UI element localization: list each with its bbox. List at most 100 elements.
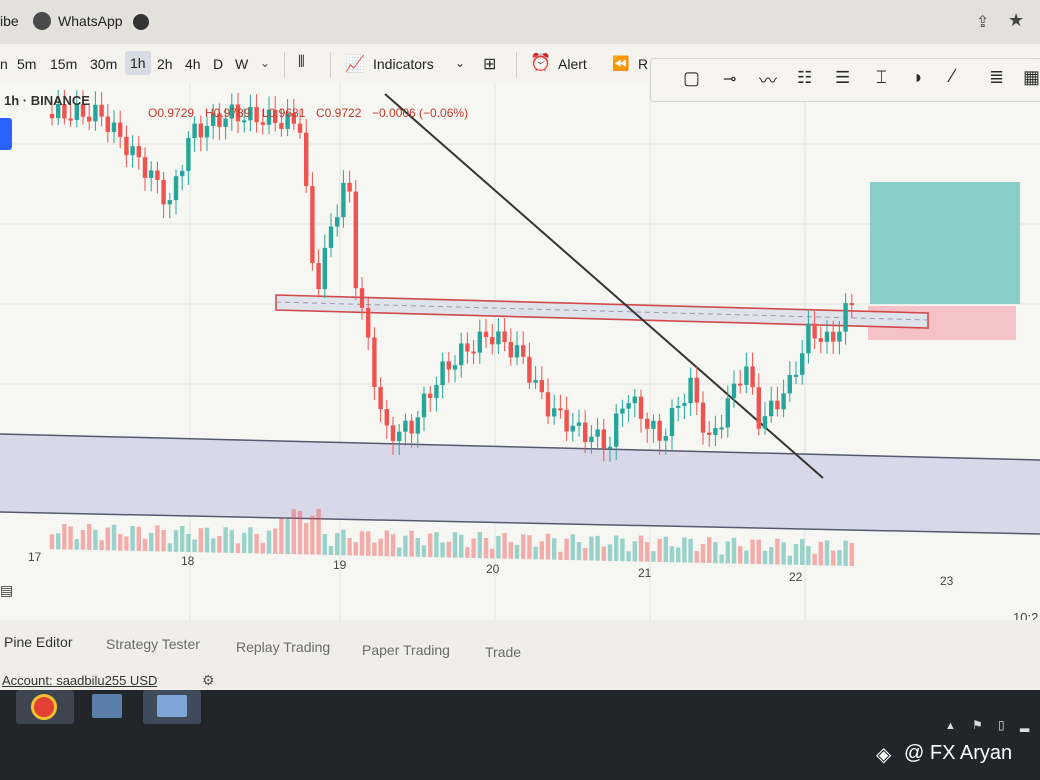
volume-bar	[676, 547, 681, 563]
candle-body	[465, 343, 470, 352]
tab-paper-trading[interactable]: Paper Trading	[362, 642, 450, 658]
volume-bar	[508, 542, 513, 559]
chevron-down-icon[interactable]: ⌄	[260, 56, 270, 70]
network-app-icon[interactable]	[92, 694, 122, 718]
volume-bar	[273, 528, 278, 554]
interval-4h[interactable]: 4h	[185, 56, 201, 72]
interval-15m[interactable]: 15m	[50, 56, 77, 72]
volume-bar	[564, 538, 569, 560]
volume-bar	[502, 533, 507, 559]
legend-change: −0.0006 (−0.06%)	[372, 106, 469, 120]
interval-w[interactable]: W	[235, 56, 248, 72]
candle-body	[428, 393, 433, 399]
volume-bar	[68, 526, 73, 550]
indicators-icon[interactable]: 📈	[345, 54, 365, 74]
x-tick: 22	[789, 570, 803, 584]
horizontal-ray-icon[interactable]: ⊸	[723, 69, 736, 89]
volume-bar	[601, 546, 606, 561]
legend-symbol[interactable]: 1h · BINANCE	[4, 93, 90, 108]
volume-bar	[843, 540, 848, 566]
battery-icon[interactable]: ▯	[998, 718, 1005, 732]
tab-whatsapp[interactable]: WhatsApp	[58, 13, 123, 29]
candle-body	[173, 176, 179, 201]
volume-bar	[583, 547, 588, 561]
tab-trade[interactable]: Trade	[485, 644, 521, 660]
interval-5m[interactable]: 5m	[17, 56, 36, 72]
candle-body	[440, 361, 445, 386]
candle-body	[682, 403, 687, 406]
alarm-clock-icon[interactable]: ⏰	[530, 53, 551, 73]
interval-n[interactable]: n	[0, 56, 8, 72]
replay-icon[interactable]: ⏪	[612, 55, 629, 72]
candles-icon[interactable]: ⫴	[298, 54, 305, 72]
star-icon[interactable]: ★	[1008, 10, 1024, 31]
candle-body	[632, 396, 637, 404]
layout-grid-icon[interactable]: ⊞	[483, 54, 496, 74]
lines-tool-icon[interactable]: ≣	[989, 67, 1004, 88]
candle-body	[688, 377, 693, 404]
whatsapp-icon	[33, 12, 51, 30]
volume-bar	[260, 542, 265, 554]
candle-body	[180, 170, 185, 177]
tab-pine-editor[interactable]: Pine Editor	[4, 634, 72, 650]
flag-icon[interactable]: ⚑	[972, 718, 983, 732]
chevron-down-icon[interactable]: ⌄	[455, 56, 465, 70]
forecast-icon[interactable]: ☰	[835, 68, 850, 88]
arc-tool-icon[interactable]: ◗	[913, 67, 924, 88]
candle-body	[204, 125, 210, 138]
tab-strategy-tester[interactable]: Strategy Tester	[106, 636, 200, 652]
rectangle-tool-icon[interactable]: ▢	[683, 68, 700, 89]
volume-bar	[341, 529, 346, 556]
volume-bar	[793, 544, 799, 565]
volume-bar	[421, 545, 427, 557]
tab-partial-label[interactable]: ibe	[0, 13, 19, 29]
tray-arrow-icon[interactable]: ▲	[945, 720, 956, 732]
target-zone[interactable]	[870, 182, 1020, 304]
calendar-icon[interactable]: ▤	[0, 582, 13, 599]
candle-body	[304, 132, 309, 187]
account-label[interactable]: Account: saadbilu255 USD	[2, 673, 157, 688]
table-tool-icon[interactable]: ▦	[1023, 67, 1040, 88]
candle-body	[359, 288, 365, 308]
volume-bar	[310, 515, 315, 555]
interval-2h[interactable]: 2h	[157, 56, 173, 72]
volume-bar	[738, 546, 743, 564]
candle-body	[756, 387, 761, 429]
path-tool-icon[interactable]: 〰	[759, 67, 777, 93]
volume-bar	[409, 530, 414, 557]
candle-body	[118, 122, 123, 137]
text-cursor-icon[interactable]: ⌶	[876, 67, 887, 88]
volume-bar	[725, 541, 730, 564]
pen-tool-icon[interactable]: ∕	[951, 66, 954, 88]
interval-d[interactable]: D	[213, 56, 223, 72]
candle-body	[347, 182, 352, 192]
volume-bar	[620, 538, 625, 562]
candle-body	[775, 400, 780, 410]
legend-open: O0.9729	[148, 106, 195, 120]
gear-icon[interactable]: ⚙	[202, 672, 215, 689]
share-icon[interactable]: ⇪	[976, 12, 989, 32]
candle-body	[583, 422, 588, 443]
projection-icon[interactable]: ☷	[797, 68, 812, 88]
volume-bar	[806, 546, 811, 566]
volume-bar	[124, 536, 129, 551]
volume-bar	[663, 536, 668, 563]
candle-body	[322, 247, 327, 290]
chart-pane[interactable]: 1h · BINANCE O0.9729 H0.9789 L0.9681 C0.…	[0, 84, 1040, 625]
indicators-button[interactable]: Indicators	[373, 56, 434, 72]
interval-30m[interactable]: 30m	[90, 56, 117, 72]
signal-icon[interactable]: ▂	[1020, 718, 1029, 732]
volume-bar	[136, 526, 141, 551]
divider	[284, 52, 285, 78]
legend-high: H0.9789	[205, 106, 251, 120]
volume-bar	[87, 523, 92, 550]
side-tab[interactable]	[0, 118, 12, 150]
alert-button[interactable]: Alert	[558, 56, 587, 72]
candle-body	[744, 366, 749, 385]
replay-button-partial[interactable]: R	[638, 56, 648, 72]
interval-1h[interactable]: 1h	[125, 51, 151, 75]
volume-bar	[812, 553, 817, 566]
legend-close: C0.9722	[316, 106, 362, 120]
tab-replay-trading[interactable]: Replay Trading	[236, 639, 330, 655]
candle-body	[787, 374, 792, 394]
